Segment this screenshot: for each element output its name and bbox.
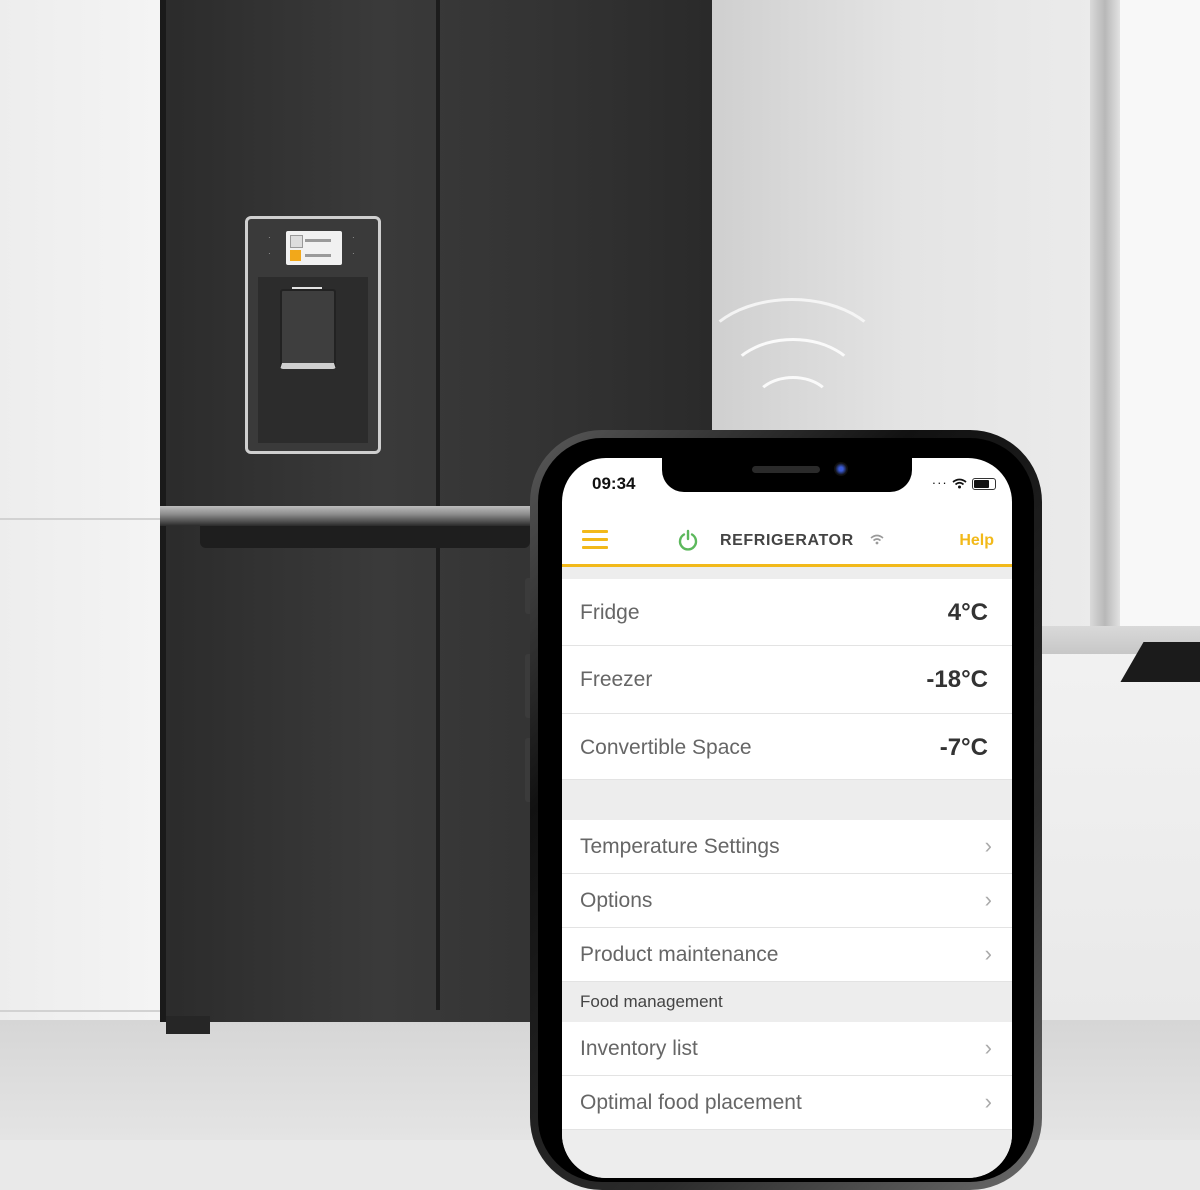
compartment-temperature: -18°C — [926, 666, 988, 693]
section-spacer — [562, 780, 1012, 820]
menu-item-label: Inventory list — [580, 1037, 698, 1060]
compartment-temperature: 4°C — [947, 599, 988, 626]
power-icon[interactable] — [677, 529, 699, 551]
menu-item-options[interactable]: Options › — [562, 874, 1012, 928]
cabinet-divider — [0, 518, 160, 520]
menu-item-inventory-list[interactable]: Inventory list › — [562, 1022, 1012, 1076]
window — [1120, 0, 1200, 630]
water-dispenser: · · · · — [245, 216, 381, 454]
help-link[interactable]: Help — [959, 532, 994, 550]
section-spacer — [562, 567, 1012, 579]
dispenser-button-icon: · — [352, 249, 355, 258]
section-header-food-management: Food management — [562, 982, 1012, 1022]
kitchen-cabinet-left — [0, 0, 160, 1030]
section-title: Food management — [580, 992, 723, 1011]
connection-wifi-icon — [870, 533, 884, 548]
phone-notch — [662, 458, 912, 492]
dispenser-display — [286, 231, 342, 265]
menu-item-product-maintenance[interactable]: Product maintenance › — [562, 928, 1012, 982]
display-text-line — [305, 239, 331, 242]
status-bar: 09:34 ··· — [562, 458, 1012, 506]
display-row — [290, 235, 336, 248]
compartment-label: Freezer — [580, 668, 653, 691]
status-time: 09:34 — [592, 474, 636, 493]
app-title: REFRIGERATOR — [720, 532, 854, 549]
status-icons: ··· — [932, 475, 996, 490]
chevron-right-icon: › — [984, 1035, 992, 1060]
menu-item-label: Options — [580, 889, 653, 912]
cabinet-divider — [0, 1010, 160, 1012]
chevron-right-icon: › — [984, 1089, 992, 1114]
hamburger-icon[interactable] — [582, 530, 608, 550]
camera-icon — [834, 462, 848, 476]
dispenser-button-icon: · — [352, 233, 355, 242]
battery-icon — [972, 477, 996, 490]
signal-dots-icon: ··· — [931, 475, 948, 490]
compartment-row-freezer[interactable]: Freezer -18°C — [562, 647, 1012, 714]
display-row — [290, 250, 336, 262]
display-text-line — [305, 254, 331, 257]
compartment-label: Convertible Space — [580, 736, 752, 759]
sun-icon — [290, 250, 301, 261]
compartment-row-convertible[interactable]: Convertible Space -7°C — [562, 714, 1012, 780]
phone-speaker — [752, 466, 820, 473]
fridge-drawer-handle — [200, 526, 530, 548]
chevron-right-icon: › — [984, 833, 992, 858]
dispenser-button-icon: · — [268, 233, 271, 242]
dispenser-paddle — [280, 289, 336, 369]
fridge-foot — [166, 1016, 210, 1034]
app-screen: 09:34 ··· REFRIGERATOR Help Fridge 4°C F… — [562, 458, 1012, 1178]
compartment-label: Fridge — [580, 601, 640, 624]
menu-item-label: Product maintenance — [580, 943, 779, 966]
app-header: REFRIGERATOR Help — [562, 518, 1012, 564]
compartment-temperature: -7°C — [939, 734, 988, 761]
section-spacer — [562, 1130, 1012, 1178]
chevron-right-icon: › — [984, 887, 992, 912]
compartment-row-fridge[interactable]: Fridge 4°C — [562, 579, 1012, 646]
window-frame — [1090, 0, 1120, 640]
menu-item-label: Optimal food placement — [580, 1091, 802, 1114]
menu-item-temperature-settings[interactable]: Temperature Settings › — [562, 820, 1012, 874]
dispenser-button-icon: · — [268, 249, 271, 258]
menu-item-label: Temperature Settings — [580, 835, 780, 858]
chevron-right-icon: › — [984, 941, 992, 966]
snowflake-icon — [290, 235, 303, 248]
fridge-door-split — [436, 0, 440, 1010]
menu-item-optimal-food-placement[interactable]: Optimal food placement › — [562, 1076, 1012, 1130]
wifi-icon — [952, 475, 972, 490]
wifi-signal-icon — [752, 376, 834, 436]
